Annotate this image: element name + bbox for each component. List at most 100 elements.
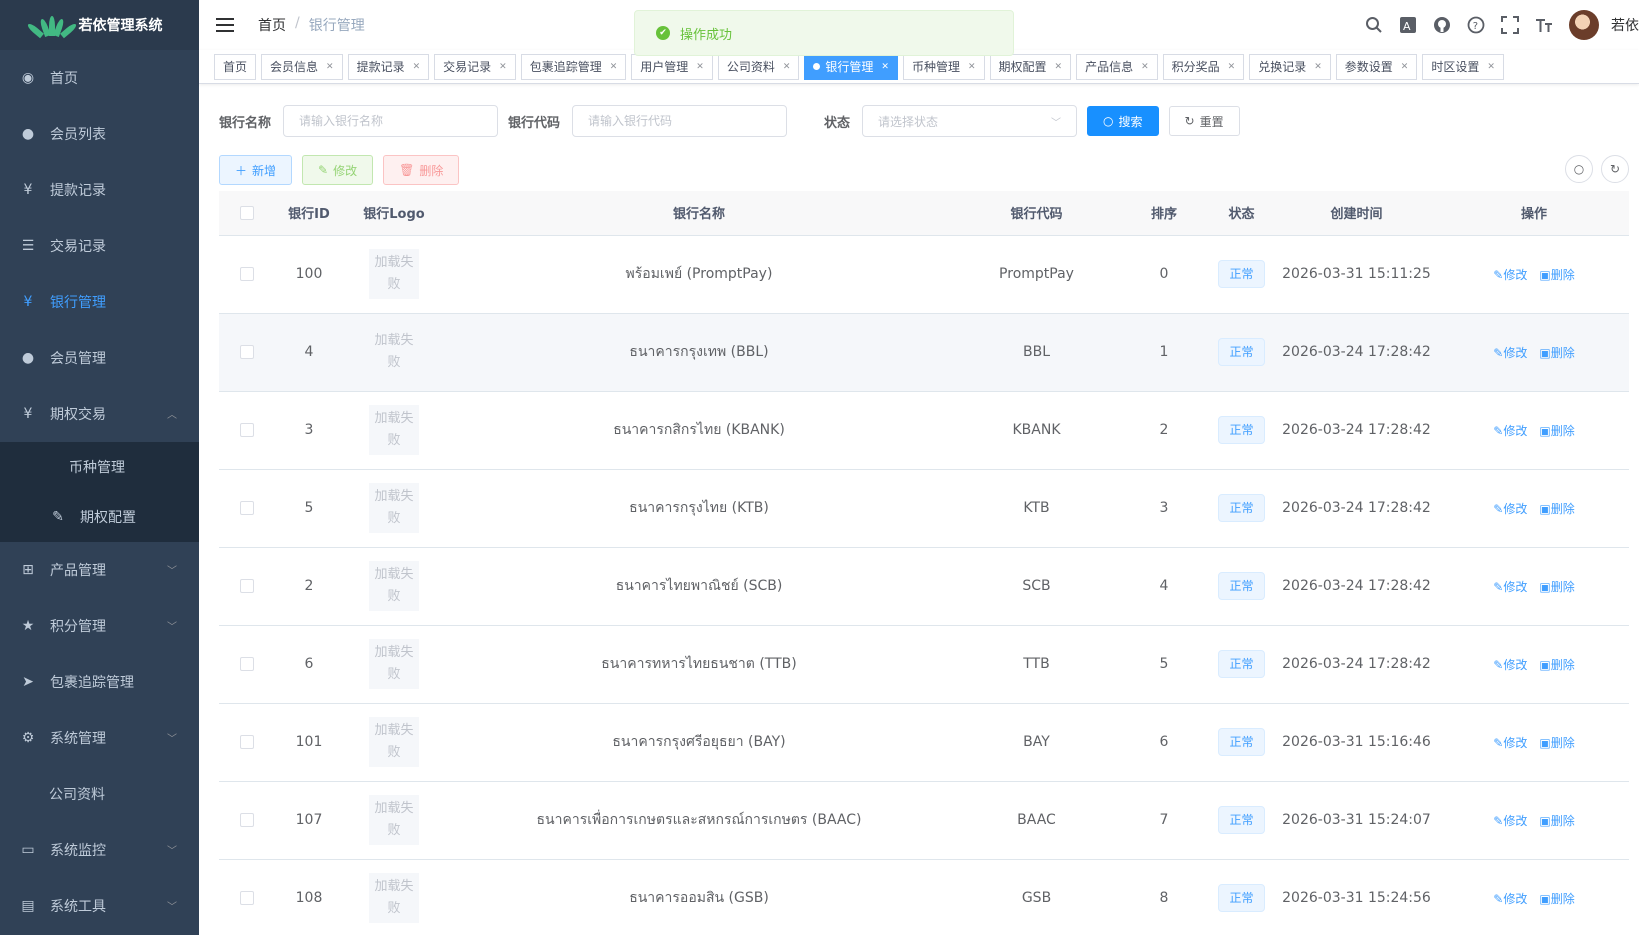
avatar[interactable]	[1569, 10, 1599, 40]
bank-code-input[interactable]	[572, 105, 788, 137]
row-edit-button[interactable]: ✎修改	[1493, 502, 1527, 516]
tag-item[interactable]: 期权配置 ✕	[989, 53, 1072, 80]
row-edit-button[interactable]: ✎修改	[1493, 268, 1527, 282]
table-row[interactable]: 3 加载失败 ธนาคารกสิกรไทย (KBANK) KBANK 2 正常 2026-…	[219, 391, 1629, 470]
close-icon[interactable]: ✕	[1228, 62, 1236, 72]
add-button[interactable]: ＋ 新增	[219, 155, 293, 185]
tag-item[interactable]: 公司资料 ✕	[717, 53, 800, 80]
close-icon[interactable]: ✕	[610, 62, 618, 72]
tag-item[interactable]: 参数设置 ✕	[1335, 53, 1418, 80]
close-icon[interactable]: ✕	[1487, 62, 1495, 72]
tag-item[interactable]: 包裹追踪管理 ✕	[520, 53, 627, 80]
row-edit-button[interactable]: ✎修改	[1493, 814, 1527, 828]
select-all-cell[interactable]	[219, 191, 274, 236]
sidebar-item[interactable]: ➤ 包裹追踪管理	[0, 654, 199, 710]
table-row[interactable]: 6 加载失败 ธนาคารทหารไทยธนชาต (TTB) TTB 5 正常 2026-…	[219, 625, 1629, 704]
row-delete-button[interactable]: ▣删除	[1539, 736, 1574, 750]
sidebar-item[interactable]: ▭ 系统监控 ﹀	[0, 822, 199, 878]
close-icon[interactable]: ✕	[696, 62, 704, 72]
sidebar-item[interactable]: ✎ 期权配置	[0, 492, 199, 542]
table-row[interactable]: 2 加载失败 ธนาคารไทยพาณิชย์ (SCB) SCB 4 正常 2026-03…	[219, 547, 1629, 626]
tag-item[interactable]: 交易记录 ✕	[434, 53, 516, 80]
tag-item[interactable]: 时区设置 ✕	[1422, 53, 1504, 80]
font-size-icon[interactable]	[1533, 14, 1555, 36]
row-checkbox[interactable]	[239, 579, 254, 593]
tag-item[interactable]: 积分奖品 ✕	[1162, 53, 1245, 80]
table-row[interactable]: 4 加载失败 ธนาคารกรุงเทพ (BBL) BBL 1 正常 2026-03-24…	[219, 313, 1629, 392]
bank-name-input[interactable]	[283, 105, 499, 137]
row-checkbox[interactable]	[239, 501, 254, 515]
row-checkbox[interactable]	[239, 267, 254, 281]
tag-item[interactable]: 提款记录 ✕	[347, 53, 430, 80]
hamburger-icon[interactable]	[216, 18, 234, 32]
select-cell[interactable]	[219, 547, 274, 626]
tag-item[interactable]: 兑换记录 ✕	[1249, 53, 1331, 80]
close-icon[interactable]: ✕	[1055, 62, 1063, 72]
sidebar-item[interactable]: ¥ 银行管理	[0, 274, 199, 330]
sidebar-item[interactable]: 公司资料	[0, 766, 199, 822]
breadcrumb-home[interactable]: 首页	[258, 15, 286, 35]
sidebar-item[interactable]: ⊞ 产品管理 ﹀	[0, 542, 199, 598]
row-delete-button[interactable]: ▣删除	[1539, 268, 1574, 282]
close-icon[interactable]: ✕	[499, 62, 507, 72]
table-row[interactable]: 108 加载失败 ธนาคารออมสิน (GSB) GSB 8 正常 2026-03-3…	[219, 859, 1629, 935]
sidebar-item[interactable]: ☰ 交易记录	[0, 218, 199, 274]
select-all-checkbox[interactable]	[239, 205, 254, 220]
sidebar-item[interactable]: ◉ 首页	[0, 50, 199, 106]
close-icon[interactable]: ✕	[783, 62, 791, 72]
row-delete-button[interactable]: ▣删除	[1539, 814, 1574, 828]
row-delete-button[interactable]: ▣删除	[1539, 658, 1574, 672]
close-icon[interactable]: ✕	[881, 62, 889, 72]
select-cell[interactable]	[219, 235, 274, 314]
row-delete-button[interactable]: ▣删除	[1539, 580, 1574, 594]
row-checkbox[interactable]	[239, 423, 254, 437]
close-icon[interactable]: ✕	[326, 62, 334, 72]
select-cell[interactable]	[219, 781, 274, 860]
row-checkbox[interactable]	[239, 657, 254, 671]
tag-item[interactable]: 首页	[214, 53, 257, 80]
close-icon[interactable]: ✕	[1401, 62, 1409, 72]
tag-item[interactable]: 币种管理 ✕	[902, 53, 985, 80]
refresh-icon[interactable]: ↻	[1601, 155, 1629, 183]
row-edit-button[interactable]: ✎修改	[1493, 424, 1527, 438]
row-delete-button[interactable]: ▣删除	[1539, 892, 1574, 906]
sidebar-item[interactable]: 币种管理	[0, 442, 199, 492]
status-select[interactable]: 请选择状态 ﹀	[862, 105, 1078, 137]
row-edit-button[interactable]: ✎修改	[1493, 658, 1527, 672]
select-cell[interactable]	[219, 625, 274, 704]
row-edit-button[interactable]: ✎修改	[1493, 736, 1527, 750]
row-delete-button[interactable]: ▣删除	[1539, 424, 1574, 438]
table-row[interactable]: 100 加载失败 พร้อมเพย์ (PromptPay) PromptPay 0 正常…	[219, 235, 1629, 314]
row-checkbox[interactable]	[239, 735, 254, 749]
sidebar-item[interactable]: ¥ 期权交易 ︿	[0, 386, 199, 442]
select-cell[interactable]	[219, 313, 274, 392]
row-checkbox[interactable]	[239, 891, 254, 905]
select-cell[interactable]	[219, 469, 274, 548]
tag-item[interactable]: 产品信息 ✕	[1076, 53, 1158, 80]
close-icon[interactable]: ✕	[1314, 62, 1322, 72]
fullscreen-icon[interactable]	[1499, 14, 1521, 36]
reset-button[interactable]: ↻ 重置	[1168, 106, 1240, 136]
edit-button[interactable]: ✎ 修改	[302, 155, 374, 185]
select-cell[interactable]	[219, 391, 274, 470]
row-edit-button[interactable]: ✎修改	[1493, 580, 1527, 594]
toggle-search-icon[interactable]: ○	[1565, 155, 1593, 183]
row-checkbox[interactable]	[239, 345, 254, 359]
table-row[interactable]: 5 加载失败 ธนาคารกรุงไทย (KTB) KTB 3 正常 2026-03-24…	[219, 469, 1629, 548]
row-edit-button[interactable]: ✎修改	[1493, 892, 1527, 906]
close-icon[interactable]: ✕	[413, 62, 421, 72]
sidebar-item[interactable]: ● 会员列表	[0, 106, 199, 162]
close-icon[interactable]: ✕	[968, 62, 976, 72]
table-row[interactable]: 107 加载失败 ธนาคารเพื่อการเกษตรและสหกรณ์การเก…	[219, 781, 1629, 860]
sidebar-item[interactable]: ⚙ 系统管理 ﹀	[0, 710, 199, 766]
sidebar-logo[interactable]: 若依管理系统	[0, 0, 199, 50]
select-cell[interactable]	[219, 859, 274, 935]
table-row[interactable]: 101 加载失败 ธนาคารกรุงศรีอยุธยา (BAY) BAY 6 正常 20…	[219, 703, 1629, 782]
sidebar-item[interactable]: ¥ 提款记录	[0, 162, 199, 218]
close-icon[interactable]: ✕	[1141, 62, 1149, 72]
question-icon[interactable]: ?	[1465, 14, 1487, 36]
sidebar-item[interactable]: ▤ 系统工具 ﹀	[0, 878, 199, 934]
translate-icon[interactable]: A	[1397, 14, 1419, 36]
delete-button[interactable]: 🗑 删除	[383, 155, 460, 185]
row-edit-button[interactable]: ✎修改	[1493, 346, 1527, 360]
